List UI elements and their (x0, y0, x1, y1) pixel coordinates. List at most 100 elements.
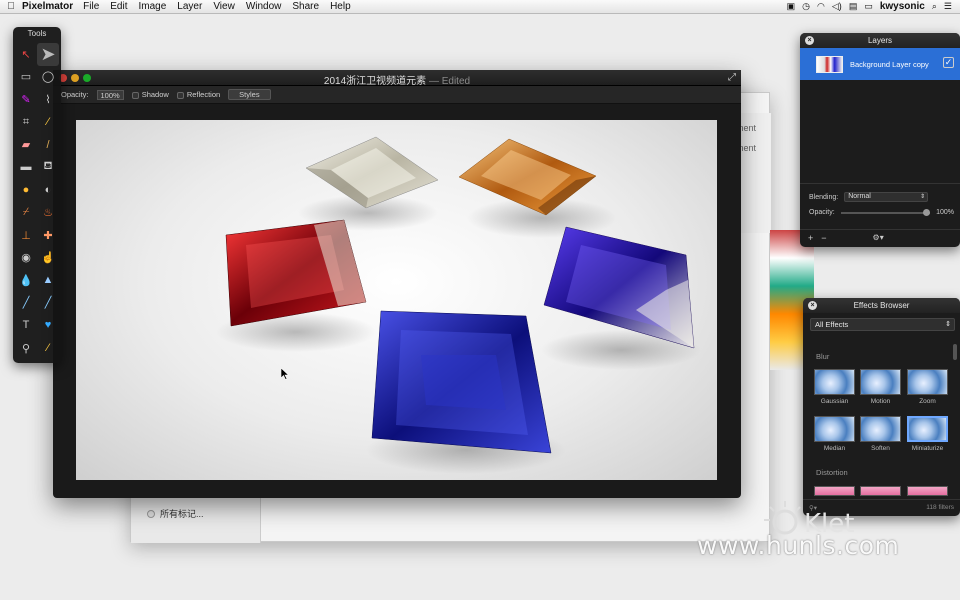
pen-tool-icon[interactable]: ╱ (37, 292, 59, 315)
close-icon[interactable]: × (808, 301, 817, 310)
reflection-checkbox[interactable] (176, 91, 184, 99)
battery-icon[interactable]: ▭ (864, 1, 873, 12)
effect-miniaturize[interactable]: Miniaturize (907, 416, 948, 452)
close-icon[interactable]: × (805, 36, 814, 45)
layer-visibility-checkbox[interactable]: ✓ (943, 57, 954, 68)
zoom-tool-icon[interactable]: ⚲ (15, 337, 37, 360)
document-window: 2014浙江卫视频道元素 — Edited ⤢ Opacity: 100% Sh… (53, 70, 741, 498)
remove-layer-icon[interactable]: − (821, 233, 826, 243)
menu-help[interactable]: Help (330, 1, 351, 12)
effect-label: Gaussian (820, 398, 849, 405)
document-title: 2014浙江卫视频道元素 — Edited (53, 72, 741, 87)
type-tool-icon[interactable]: T (15, 314, 37, 337)
layer-row[interactable]: Background Layer copy ✓ (800, 48, 960, 80)
add-layer-icon[interactable]: + (808, 233, 813, 243)
effect-motion[interactable]: Motion (860, 369, 901, 405)
menu-edit[interactable]: Edit (110, 1, 127, 12)
paint-bucket-tool-icon[interactable]: ⛾ (37, 156, 59, 179)
image-canvas[interactable] (76, 120, 717, 480)
gradient-tool-icon[interactable]: ▬ (15, 156, 37, 179)
sponge-tool-icon[interactable]: ● (15, 179, 37, 202)
layer-opacity-value: 100% (936, 209, 954, 216)
gear-icon[interactable]: ⚙▾ (873, 233, 884, 242)
crop-tool-icon[interactable]: ⌗ (15, 111, 37, 134)
move-tool-icon[interactable]: ↖ (15, 43, 37, 66)
menu-share[interactable]: Share (292, 1, 319, 12)
lasso-tool-icon[interactable]: ✎ (15, 88, 37, 111)
red-eye-tool-icon[interactable]: ◉ (15, 246, 37, 269)
effects-title: Effects Browser (853, 301, 910, 310)
volume-icon[interactable]: ◁) (832, 1, 842, 12)
effect-label: Soften (871, 445, 890, 452)
background-window-sidebar-bottom (131, 498, 261, 543)
shadow-checkbox[interactable] (131, 91, 139, 99)
stamp-tool-icon[interactable]: ⊥ (15, 224, 37, 247)
menu-image[interactable]: Image (139, 1, 167, 12)
sharpen-tool-icon[interactable]: ▲ (37, 269, 59, 292)
notification-list-icon[interactable]: ☰ (944, 1, 952, 12)
opacity-field[interactable]: 100% (96, 89, 124, 100)
arrow-tool-icon[interactable]: ➤ (37, 43, 59, 66)
styles-button[interactable]: Styles (228, 89, 271, 100)
menu-window[interactable]: Window (246, 1, 282, 12)
drop-tool-icon[interactable]: 💧 (15, 269, 37, 292)
menu-view[interactable]: View (213, 1, 235, 12)
menu-layer[interactable]: Layer (177, 1, 202, 12)
effects-category-select[interactable]: All Effects (810, 318, 955, 331)
heal-tool-icon[interactable]: ✚ (37, 224, 59, 247)
watermark-url: www.hunls.com (697, 531, 900, 560)
eyedropper2-tool-icon[interactable]: ⁄ (37, 337, 59, 360)
timer-icon[interactable]: ◷ (802, 1, 810, 12)
section-blur: Blur (816, 352, 830, 361)
smudge-tool-icon[interactable]: ☝ (37, 246, 59, 269)
effects-scrollbar[interactable] (953, 344, 957, 360)
effect-gaussian[interactable]: Gaussian (814, 369, 855, 405)
eyedropper-tool-icon[interactable]: ⁄ (37, 111, 59, 134)
shadow-label: Shadow (141, 90, 169, 99)
rect-select-tool-icon[interactable]: ▭ (15, 66, 37, 89)
screen-record-icon[interactable]: ▣ (787, 1, 796, 12)
opacity-slider-knob[interactable] (923, 208, 931, 216)
effect-thumbnail (860, 369, 901, 395)
reflection-option[interactable]: Reflection (176, 90, 221, 99)
effect-soften[interactable]: Soften (860, 416, 901, 452)
mouse-cursor-icon (281, 368, 289, 380)
section-distortion: Distortion (816, 468, 848, 477)
color-tool-icon[interactable]: ◐ (37, 179, 59, 202)
apple-icon[interactable]:  (0, 1, 22, 12)
tags-item[interactable]: 所有标记... (147, 507, 204, 520)
layer-name: Background Layer copy (850, 59, 929, 69)
ellipse-select-tool-icon[interactable]: ◯ (37, 66, 59, 89)
spotlight-icon[interactable]: ⌕ (932, 1, 937, 12)
effect-distortion-thumb[interactable] (814, 486, 855, 496)
eraser-tool-icon[interactable]: ▰ (15, 133, 37, 156)
blending-label: Blending: (809, 193, 839, 201)
divider (800, 183, 960, 184)
red-gem (225, 219, 367, 327)
menu-file[interactable]: File (83, 1, 99, 12)
effect-zoom[interactable]: Zoom (907, 369, 948, 405)
layer-opacity-label: Opacity: (809, 209, 835, 216)
fullscreen-icon[interactable]: ⤢ (728, 72, 736, 83)
shadow-option[interactable]: Shadow (131, 90, 169, 99)
blending-select[interactable]: Normal (844, 192, 929, 202)
document-title-text: 2014浙江卫视频道元素 (323, 76, 427, 87)
user-name[interactable]: kwysonic (880, 1, 925, 12)
wifi-icon[interactable]: ◠ (817, 1, 825, 12)
polygon-lasso-tool-icon[interactable]: ⌇ (37, 88, 59, 111)
effect-label: Motion (870, 398, 891, 405)
brush-tool-icon[interactable]: ⌿ (15, 201, 37, 224)
menu-app-name[interactable]: Pixelmator (22, 1, 73, 12)
effect-median[interactable]: Median (814, 416, 855, 452)
line-tool-icon[interactable]: ╱ (15, 292, 37, 315)
effect-thumbnail (814, 416, 855, 442)
pencil-tool-icon[interactable]: / (37, 133, 59, 156)
reflection-label: Reflection (186, 90, 221, 99)
effect-distortion-thumb[interactable] (860, 486, 901, 496)
opacity-slider[interactable] (840, 208, 931, 216)
flag-icon[interactable]: ▤ (849, 1, 858, 12)
shape-tool-icon[interactable]: ♥ (37, 314, 59, 337)
effect-distortion-thumb[interactable] (907, 486, 948, 496)
burn-tool-icon[interactable]: ♨ (37, 201, 59, 224)
document-titlebar[interactable]: 2014浙江卫视频道元素 — Edited ⤢ (53, 70, 741, 87)
